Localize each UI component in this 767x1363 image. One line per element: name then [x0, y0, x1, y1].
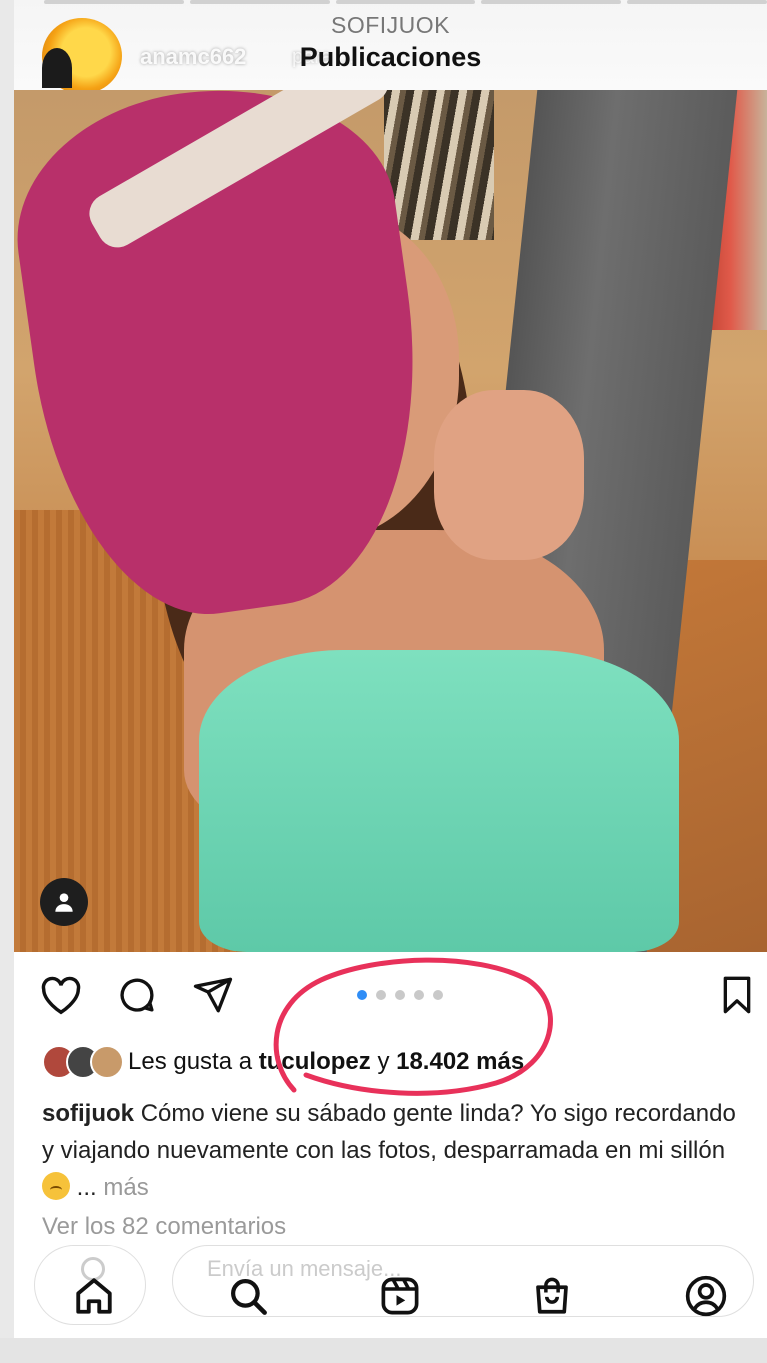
caption-ellipsis: ...: [76, 1174, 97, 1201]
likes-prefix: Les gusta a: [128, 1048, 253, 1075]
photo-green-top: [199, 650, 679, 952]
view-comments-link[interactable]: Ver los 82 comentarios: [42, 1213, 286, 1241]
carousel-indicator: [357, 990, 443, 1000]
liker-avatar: [90, 1045, 124, 1079]
profile-name-title: SOFIJUOK: [330, 12, 450, 38]
story-progress-bar: [335, 0, 476, 4]
likes-user[interactable]: tuculopez: [259, 1048, 371, 1076]
send-icon[interactable]: [190, 972, 236, 1018]
caption-text: Cómo viene su sábado gente linda? Yo sig…: [42, 1100, 736, 1164]
carousel-dot: [433, 990, 443, 1000]
user-tag-icon[interactable]: [40, 878, 88, 926]
search-icon[interactable]: [224, 1270, 272, 1322]
bookmark-icon[interactable]: [714, 972, 760, 1018]
story-frame: SOFIJUOK anamc662 para ... Publicaciones: [14, 0, 767, 1363]
person-glyph: [55, 893, 73, 912]
home-icon[interactable]: [70, 1270, 118, 1322]
page-title: Publicaciones: [299, 42, 482, 72]
bottom-nav: [14, 1270, 767, 1326]
story-progress-bar: [627, 0, 767, 4]
profile-icon[interactable]: [682, 1270, 730, 1322]
carousel-dot: [395, 990, 405, 1000]
reels-icon[interactable]: [376, 1270, 424, 1322]
bottom-strip: [0, 1338, 767, 1363]
post-caption: sofijuok Cómo viene su sábado gente lind…: [42, 1095, 752, 1206]
story-progress-bar: [189, 0, 330, 4]
caption-username[interactable]: sofijuok: [42, 1100, 134, 1127]
photo-clothes-rack: [384, 90, 494, 240]
story-progress: [44, 0, 767, 4]
upside-down-face-icon: [42, 1172, 70, 1200]
carousel-dot-active: [357, 990, 367, 1000]
heart-icon[interactable]: [38, 972, 84, 1018]
likes-row[interactable]: Les gusta a tuculopez y 18.402 más: [42, 1042, 524, 1082]
likes-connector: y: [377, 1048, 390, 1075]
likes-count[interactable]: 18.402 más: [396, 1048, 524, 1076]
carousel-dot: [376, 990, 386, 1000]
shop-icon[interactable]: [528, 1270, 576, 1322]
story-progress-bar: [44, 0, 184, 4]
comment-icon[interactable]: [114, 972, 160, 1018]
photo-hand: [434, 390, 584, 560]
story-progress-bar: [481, 0, 622, 4]
liker-avatars: [42, 1045, 124, 1079]
post-photo[interactable]: [14, 90, 767, 952]
carousel-dot: [414, 990, 424, 1000]
caption-more-link[interactable]: más: [103, 1174, 148, 1201]
